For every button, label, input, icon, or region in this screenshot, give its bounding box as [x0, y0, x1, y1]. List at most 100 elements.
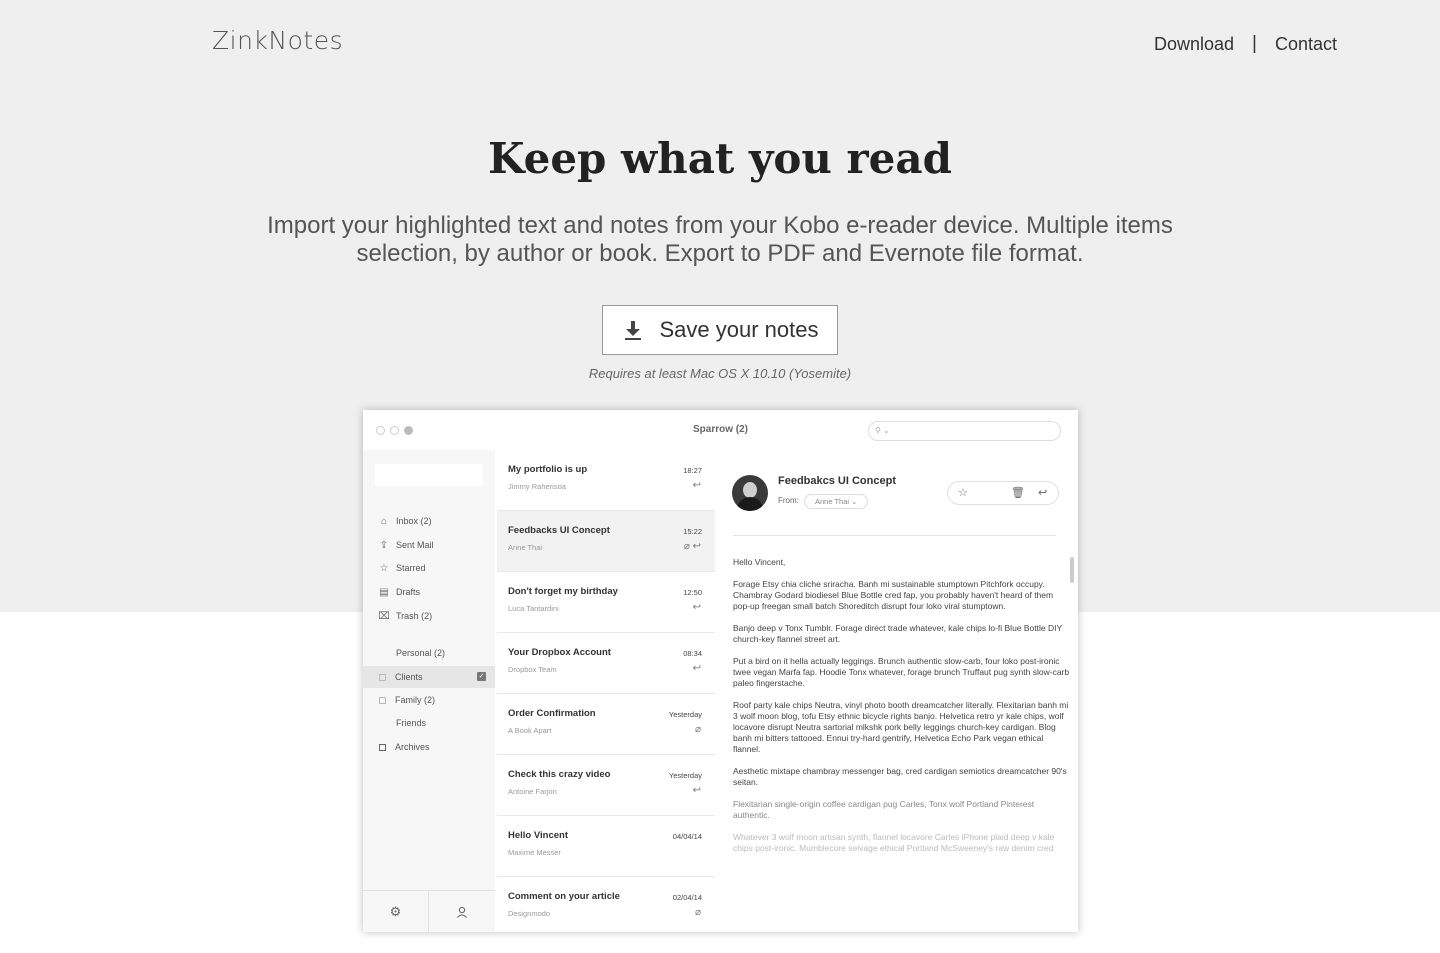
body-paragraph: Put a bird on it hella actually leggings…	[733, 656, 1070, 688]
attachment-icon: ⌀	[694, 907, 701, 918]
sidebar-item-label: Starred	[396, 563, 426, 573]
message-row[interactable]: Hello Vincent 04/04/14 Maxime Messer	[497, 816, 715, 877]
nav-links: Download | Contact	[1154, 33, 1337, 55]
message-time: 02/04/14	[672, 893, 702, 902]
message-sender: Jimmy Raherisoa	[508, 482, 566, 491]
message-sender: Designmodo	[508, 909, 551, 918]
body-paragraph: Aesthetic mixtape chambray messenger bag…	[733, 766, 1067, 787]
message-row[interactable]: Check this crazy video Yesterday Antoine…	[497, 755, 715, 816]
system-requirement: Requires at least Mac OS X 10.10 (Yosemi…	[588, 366, 852, 381]
message-sender: Luca Tantardini	[508, 604, 559, 613]
sidebar-item-starred[interactable]: ☆ Starred	[363, 557, 495, 579]
message-subject: Your Dropbox Account	[508, 647, 611, 658]
sidebar-item-inbox[interactable]: ⌂ Inbox (2)	[363, 510, 495, 532]
message-row[interactable]: Order Confirmation Yesterday A Book Apar…	[497, 694, 715, 755]
sidebar-label-clients[interactable]: Clients ✓	[363, 666, 495, 688]
reader-body: Hello Vincent, Forage Etsy chia cliche s…	[733, 557, 1071, 867]
message-row[interactable]: My portfolio is up 18:27 Jimmy Raherisoa…	[497, 450, 715, 511]
download-icon	[624, 321, 641, 340]
message-row[interactable]: Don't forget my birthday 12:50 Luca Tant…	[497, 572, 715, 633]
message-subject: Hello Vincent	[508, 830, 569, 841]
message-time: Yesterday	[668, 771, 702, 780]
message-time: 15:22	[683, 527, 702, 536]
body-paragraph: Forage Etsy chia cliche sriracha. Banh m…	[733, 579, 1054, 611]
sidebar-item-label: Friends	[396, 718, 427, 728]
body-paragraph: Whatever 3 wolf moon artisan synth, flan…	[733, 832, 1055, 856]
body-paragraph: Flexitarian single-origin coffee cardiga…	[733, 799, 1035, 820]
message-row[interactable]: Comment on your article 02/04/14 Designm…	[497, 877, 715, 932]
nav-contact-link[interactable]: Contact	[1275, 34, 1337, 55]
reply-icon: ↩	[692, 785, 701, 796]
sidebar-item-drafts[interactable]: ▤ Drafts	[363, 581, 495, 603]
nav-separator: |	[1252, 33, 1257, 54]
inbox-icon: ⌂	[380, 515, 388, 527]
sidebar-item-label: Drafts	[396, 587, 421, 597]
save-notes-button[interactable]: Save your notes	[602, 305, 838, 355]
message-reader: Feedbakcs UI Concept From: Anne Thai ⌄ ☆…	[715, 450, 1078, 932]
reply-icon[interactable]: ↩	[1038, 486, 1047, 499]
sidebar-label-personal[interactable]: Personal (2)	[363, 642, 495, 664]
message-time: 04/04/14	[672, 832, 702, 841]
app-search-input[interactable]: ⚲ ⌄	[868, 421, 1061, 441]
message-subject: Don't forget my birthday	[508, 586, 618, 597]
reader-from-label: From:	[778, 496, 799, 505]
label-checkbox-icon	[379, 696, 386, 704]
site-logo[interactable]: ZinkNotes	[212, 26, 343, 55]
reader-from-select[interactable]: Anne Thai ⌄	[804, 494, 869, 509]
reader-subject: Feedbakcs UI Concept	[778, 475, 896, 487]
trash-icon[interactable]: 🗑	[1011, 486, 1025, 499]
body-paragraph: Banjo deep v Tonx Tumblr. Forage direct …	[733, 623, 1063, 644]
user-glyph	[457, 906, 467, 918]
avatar-body	[737, 497, 763, 511]
upload-icon: ⇪	[379, 539, 389, 551]
message-subject: My portfolio is up	[508, 464, 588, 475]
message-time: Yesterday	[668, 710, 702, 719]
message-sender: Anne Thai	[508, 543, 543, 552]
sidebar-label-family[interactable]: Family (2)	[363, 689, 495, 711]
message-sender: Maxime Messer	[508, 848, 561, 857]
app-titlebar: Sparrow (2) ⚲ ⌄	[363, 410, 1078, 450]
reader-divider	[733, 535, 1056, 536]
sidebar-label-friends[interactable]: Friends	[363, 712, 495, 734]
message-row[interactable]: Feedbacks UI Concept 15:22 Anne Thai ⌀ ↩	[497, 511, 715, 572]
sidebar-item-label: Archives	[395, 742, 430, 752]
message-time: 08:34	[683, 649, 702, 658]
sidebar-item-label: Inbox (2)	[396, 516, 432, 526]
message-list: My portfolio is up 18:27 Jimmy Raherisoa…	[497, 450, 715, 932]
sidebar-item-sent-mail[interactable]: ⇪ Sent Mail	[363, 534, 495, 556]
attachment-icon: ⌀	[694, 724, 701, 735]
message-time: 18:27	[683, 466, 702, 475]
star-icon: ☆	[379, 562, 389, 574]
hero-headline: Keep what you read	[488, 134, 952, 183]
label-checkbox-icon	[379, 673, 386, 681]
reader-actions: ☆ 🗑 ↩	[947, 481, 1059, 505]
app-screenshot-window: Sparrow (2) ⚲ ⌄ ⌂ Inbox (2) ⇪ Sent Mail …	[363, 410, 1078, 932]
sidebar-item-label: Trash (2)	[396, 611, 433, 621]
document-icon: ▤	[379, 586, 389, 598]
reply-icon: ↩	[692, 663, 701, 674]
sidebar-item-label: Sent Mail	[396, 540, 434, 550]
sidebar-search-field[interactable]	[375, 464, 483, 486]
user-icon[interactable]	[429, 891, 495, 932]
gear-icon[interactable]: ⚙	[363, 891, 429, 932]
reply-icon: ↩	[692, 602, 701, 613]
sidebar-item-label: Personal (2)	[396, 648, 446, 658]
message-row[interactable]: Your Dropbox Account 08:34 Dropbox Team …	[497, 633, 715, 694]
sidebar-item-label: Family (2)	[395, 695, 435, 705]
nav-download-link[interactable]: Download	[1154, 34, 1234, 55]
reader-scrollbar[interactable]	[1070, 557, 1074, 583]
reply-icon: ↩	[692, 480, 701, 491]
star-icon[interactable]: ☆	[958, 486, 968, 499]
message-time: 12:50	[683, 588, 702, 597]
message-sender: Antoine Farjon	[508, 787, 557, 796]
check-icon[interactable]: ✓	[477, 672, 486, 681]
sidebar-label-archives[interactable]: Archives	[363, 736, 495, 758]
sidebar-item-trash[interactable]: ⌧ Trash (2)	[363, 605, 495, 627]
message-subject: Comment on your article	[508, 891, 620, 902]
message-subject: Feedbacks UI Concept	[508, 525, 610, 536]
message-subject: Check this crazy video	[508, 769, 611, 780]
mail-sidebar: ⌂ Inbox (2) ⇪ Sent Mail ☆ Starred ▤ Draf…	[363, 450, 495, 932]
body-paragraph: Roof party kale chips Neutra, vinyl phot…	[733, 700, 1069, 754]
avatar-face	[743, 482, 757, 498]
top-navigation: ZinkNotes Download | Contact	[0, 0, 1440, 90]
